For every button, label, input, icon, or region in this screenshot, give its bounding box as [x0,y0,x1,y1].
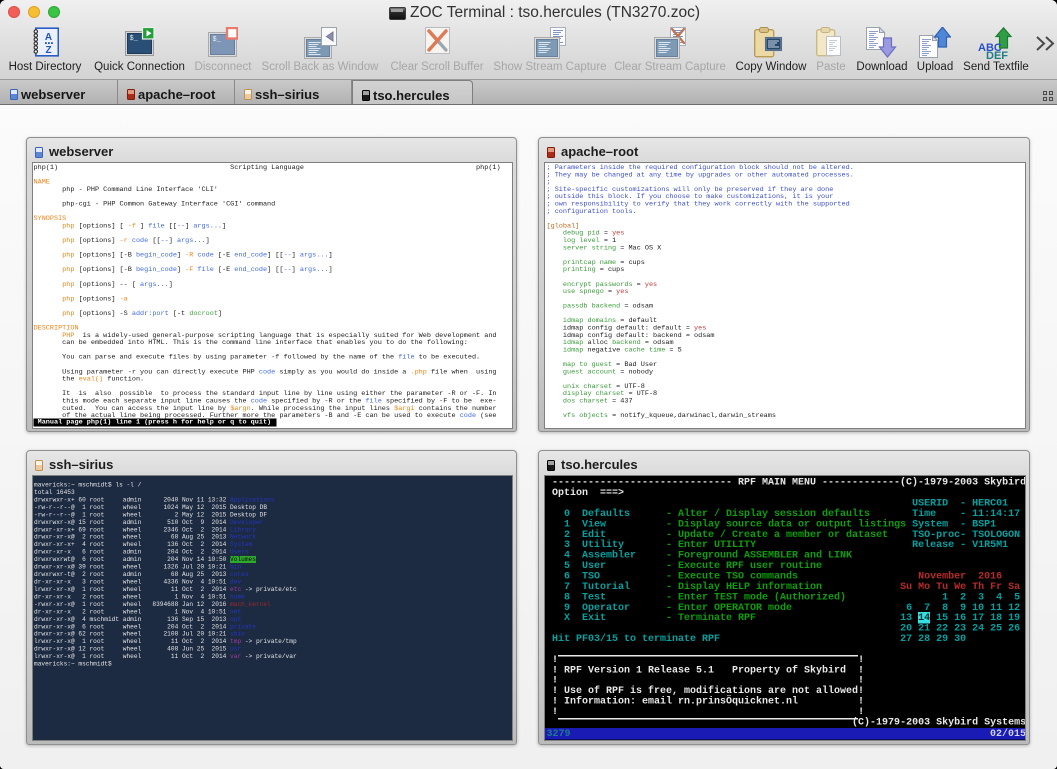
svg-text:$_: $_ [213,36,222,44]
svg-text:DEF: DEF [986,50,1008,59]
svg-text:$_: $_ [129,35,138,43]
svg-text:A: A [44,32,51,43]
svg-text:Z: Z [45,45,51,56]
